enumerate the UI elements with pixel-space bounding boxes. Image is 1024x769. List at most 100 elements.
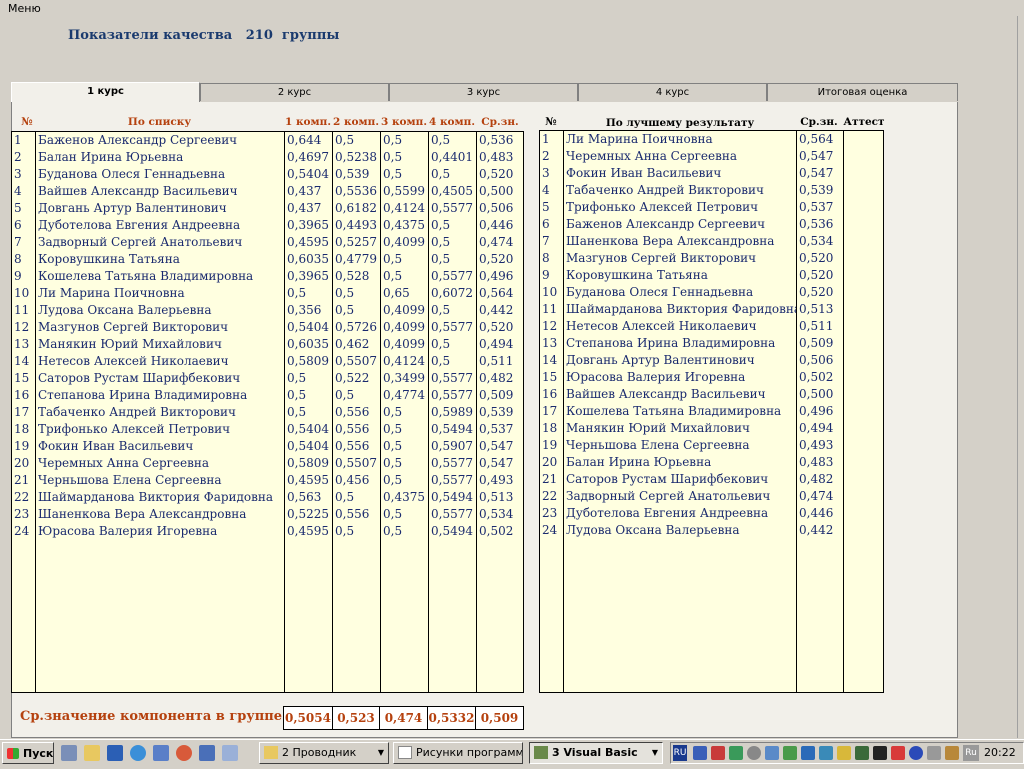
left-k3-value[interactable]: 0,5: [383, 421, 428, 438]
left-k3-value[interactable]: 0,65: [383, 285, 428, 302]
left-k3-value[interactable]: 0,4099: [383, 319, 428, 336]
right-rank-num[interactable]: 6: [542, 216, 562, 233]
right-rank-num[interactable]: 18: [542, 420, 562, 437]
left-k1-value[interactable]: 0,5404: [287, 166, 332, 183]
left-avg-value[interactable]: 0,483: [479, 149, 523, 166]
tab-final-grade[interactable]: Итоговая оценка: [767, 83, 958, 101]
left-avg-value[interactable]: 0,494: [479, 336, 523, 353]
tray-app-icon[interactable]: [783, 746, 797, 760]
left-k4-value[interactable]: 0,5: [431, 353, 476, 370]
left-student-name[interactable]: Манякин Юрий Михайлович: [38, 336, 283, 353]
left-avg-value[interactable]: 0,536: [479, 132, 523, 149]
menu-item[interactable]: Меню: [8, 2, 41, 15]
left-avg-value[interactable]: 0,496: [479, 268, 523, 285]
left-student-name[interactable]: Буданова Олеся Геннадьевна: [38, 166, 283, 183]
tab-course-3[interactable]: 3 курс: [389, 83, 578, 101]
left-k1-value[interactable]: 0,644: [287, 132, 332, 149]
left-avg-value[interactable]: 0,539: [479, 404, 523, 421]
right-attest-column[interactable]: [843, 130, 884, 693]
left-k4-value[interactable]: 0,5577: [431, 200, 476, 217]
left-row-num[interactable]: 4: [14, 183, 34, 200]
left-k3-value[interactable]: 0,4124: [383, 353, 428, 370]
right-rank-num[interactable]: 24: [542, 522, 562, 539]
left-k3-value[interactable]: 0,5: [383, 438, 428, 455]
left-student-name[interactable]: Мазгунов Сергей Викторович: [38, 319, 283, 336]
right-avg-value[interactable]: 0,442: [799, 522, 843, 539]
left-k3-value[interactable]: 0,4099: [383, 234, 428, 251]
right-student-name[interactable]: Шаймарданова Виктория Фаридовна: [566, 301, 796, 318]
right-student-name[interactable]: Довгань Артур Валентинович: [566, 352, 796, 369]
left-student-name[interactable]: Черемных Анна Сергеевна: [38, 455, 283, 472]
right-student-name[interactable]: Балан Ирина Юрьевна: [566, 454, 796, 471]
right-student-name[interactable]: Ли Марина Поичновна: [566, 131, 796, 148]
left-student-name[interactable]: Довгань Артур Валентинович: [38, 200, 283, 217]
left-row-num[interactable]: 23: [14, 506, 34, 523]
left-k4-value[interactable]: 0,5577: [431, 455, 476, 472]
right-student-name[interactable]: Табаченко Андрей Викторович: [566, 182, 796, 199]
right-rank-num[interactable]: 22: [542, 488, 562, 505]
left-k4-value[interactable]: 0,5989: [431, 404, 476, 421]
left-row-num[interactable]: 11: [14, 302, 34, 319]
left-k1-value[interactable]: 0,356: [287, 302, 332, 319]
left-k2-value[interactable]: 0,556: [335, 506, 380, 523]
right-avg-value[interactable]: 0,474: [799, 488, 843, 505]
right-avg-value[interactable]: 0,547: [799, 148, 843, 165]
tray-app-icon[interactable]: [945, 746, 959, 760]
tray-app-icon[interactable]: [909, 746, 923, 760]
right-avg-value[interactable]: 0,482: [799, 471, 843, 488]
left-k2-value[interactable]: 0,4779: [335, 251, 380, 268]
left-avg-value[interactable]: 0,564: [479, 285, 523, 302]
left-k4-value[interactable]: 0,5577: [431, 319, 476, 336]
left-k3-value[interactable]: 0,4774: [383, 387, 428, 404]
left-avg-value[interactable]: 0,506: [479, 200, 523, 217]
right-student-name[interactable]: Задворный Сергей Анатольевич: [566, 488, 796, 505]
left-k4-value[interactable]: 0,5: [431, 336, 476, 353]
left-k1-value[interactable]: 0,5404: [287, 421, 332, 438]
right-avg-value[interactable]: 0,520: [799, 267, 843, 284]
right-student-name[interactable]: Шаненкова Вера Александровна: [566, 233, 796, 250]
right-avg-value[interactable]: 0,483: [799, 454, 843, 471]
right-student-name[interactable]: Черемных Анна Сергеевна: [566, 148, 796, 165]
language-indicator[interactable]: RU: [673, 745, 687, 761]
outlook-icon[interactable]: [153, 745, 169, 761]
left-student-name[interactable]: Баженов Александр Сергеевич: [38, 132, 283, 149]
right-student-name[interactable]: Манякин Юрий Михайлович: [566, 420, 796, 437]
right-avg-value[interactable]: 0,547: [799, 165, 843, 182]
left-k2-value[interactable]: 0,456: [335, 472, 380, 489]
left-k1-value[interactable]: 0,4595: [287, 234, 332, 251]
left-k2-value[interactable]: 0,5: [335, 285, 380, 302]
left-avg-value[interactable]: 0,511: [479, 353, 523, 370]
right-rank-num[interactable]: 19: [542, 437, 562, 454]
left-k2-value[interactable]: 0,5: [335, 387, 380, 404]
left-avg-value[interactable]: 0,500: [479, 183, 523, 200]
left-avg-value[interactable]: 0,442: [479, 302, 523, 319]
left-k4-value[interactable]: 0,5494: [431, 489, 476, 506]
left-k4-value[interactable]: 0,5494: [431, 421, 476, 438]
right-student-name[interactable]: Дуботелова Евгения Андреевна: [566, 505, 796, 522]
right-avg-value[interactable]: 0,534: [799, 233, 843, 250]
left-k2-value[interactable]: 0,5: [335, 523, 380, 540]
right-rank-num[interactable]: 12: [542, 318, 562, 335]
left-avg-value[interactable]: 0,534: [479, 506, 523, 523]
right-avg-value[interactable]: 0,520: [799, 284, 843, 301]
left-student-name[interactable]: Степанова Ирина Владимировна: [38, 387, 283, 404]
left-row-num[interactable]: 12: [14, 319, 34, 336]
right-rank-num[interactable]: 10: [542, 284, 562, 301]
right-avg-value[interactable]: 0,513: [799, 301, 843, 318]
right-rank-num[interactable]: 8: [542, 250, 562, 267]
left-k1-value[interactable]: 0,5: [287, 370, 332, 387]
right-avg-value[interactable]: 0,500: [799, 386, 843, 403]
left-avg-value[interactable]: 0,474: [479, 234, 523, 251]
right-student-name[interactable]: Кошелева Татьяна Владимировна: [566, 403, 796, 420]
left-avg-value[interactable]: 0,520: [479, 166, 523, 183]
left-student-name[interactable]: Кошелева Татьяна Владимировна: [38, 268, 283, 285]
right-student-name[interactable]: Юрасова Валерия Игоревна: [566, 369, 796, 386]
left-row-num[interactable]: 1: [14, 132, 34, 149]
left-row-num[interactable]: 7: [14, 234, 34, 251]
left-student-name[interactable]: Трифонько Алексей Петрович: [38, 421, 283, 438]
left-k2-value[interactable]: 0,6182: [335, 200, 380, 217]
left-student-name[interactable]: Нетесов Алексей Николаевич: [38, 353, 283, 370]
right-rank-num[interactable]: 21: [542, 471, 562, 488]
tab-course-4[interactable]: 4 курс: [578, 83, 767, 101]
left-row-num[interactable]: 10: [14, 285, 34, 302]
